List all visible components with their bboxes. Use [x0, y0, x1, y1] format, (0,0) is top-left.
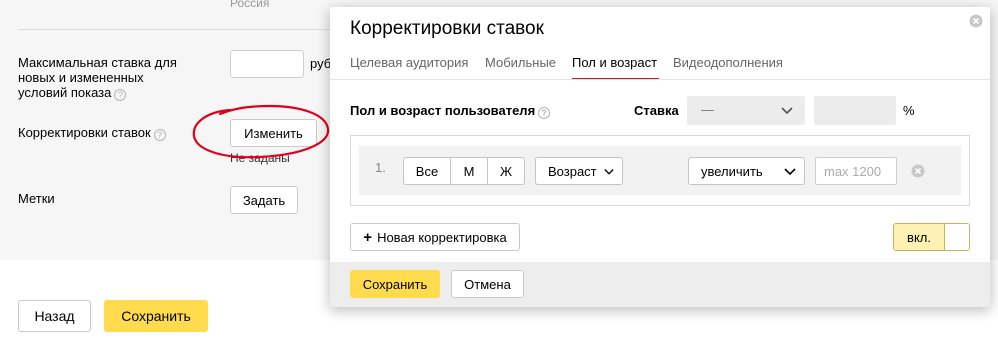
- set-tags-button[interactable]: Задать: [230, 186, 298, 214]
- modal-cancel-button[interactable]: Отмена: [451, 270, 524, 298]
- region-text: Россия: [230, 0, 270, 10]
- chevron-down-icon: [781, 107, 793, 115]
- red-annotation-circle: [192, 104, 330, 159]
- age-dropdown[interactable]: Возраст: [535, 157, 623, 185]
- tabs-divider: [330, 79, 990, 80]
- rate-label: Ставка: [634, 103, 679, 118]
- currency-label: руб: [310, 56, 332, 71]
- tab-mobile[interactable]: Мобильные: [485, 55, 556, 70]
- form-divider: [18, 29, 330, 30]
- help-icon[interactable]: ?: [114, 89, 127, 101]
- bid-adjustments-label: Корректировки ставок?: [18, 125, 166, 141]
- back-button[interactable]: Назад: [18, 300, 91, 332]
- row-number: 1.: [375, 160, 386, 175]
- toggle-knob: [944, 224, 969, 250]
- tab-gender-age[interactable]: Пол и возраст: [572, 55, 657, 70]
- gender-all-button[interactable]: Все: [404, 158, 451, 184]
- adjustments-box: 1. Все М Ж Возраст увеличить max 1200: [350, 135, 970, 206]
- tab-target-audience[interactable]: Целевая аудитория: [350, 55, 468, 70]
- chevron-down-icon: [604, 169, 614, 175]
- enable-toggle[interactable]: вкл.: [893, 223, 970, 251]
- help-icon[interactable]: ?: [538, 107, 551, 119]
- plus-icon: +: [363, 228, 373, 246]
- remove-row-icon[interactable]: [911, 164, 925, 178]
- chevron-down-icon: [784, 168, 796, 176]
- percent-sign: %: [903, 103, 915, 118]
- modal-footer: Сохранить Отмена: [330, 262, 990, 307]
- gender-male-button[interactable]: М: [451, 158, 488, 184]
- tab-video-extensions[interactable]: Видеодополнения: [673, 55, 783, 70]
- help-icon[interactable]: ?: [153, 129, 166, 141]
- adjustment-row: 1. Все М Ж Возраст увеличить max 1200: [359, 146, 961, 195]
- rate-percent-input[interactable]: [814, 96, 896, 125]
- max-bid-input[interactable]: [230, 50, 304, 78]
- max-bid-label: Максимальная ставка для новых и измененн…: [18, 55, 177, 101]
- modal-title: Корректировки ставок: [350, 18, 544, 39]
- modal-save-button[interactable]: Сохранить: [350, 270, 440, 298]
- tags-label: Метки: [18, 191, 55, 206]
- section-label: Пол и возраст пользователя?: [350, 103, 551, 119]
- toggle-label: вкл.: [894, 224, 944, 250]
- rate-select[interactable]: —: [687, 96, 805, 125]
- max-value-input[interactable]: max 1200: [815, 157, 897, 185]
- direction-dropdown[interactable]: увеличить: [688, 157, 805, 185]
- bid-adjustments-modal: Корректировки ставок Целевая аудитория М…: [330, 7, 990, 307]
- new-adjustment-button[interactable]: + Новая корректировка: [350, 223, 520, 251]
- close-icon[interactable]: [969, 14, 983, 28]
- gender-female-button[interactable]: Ж: [488, 158, 524, 184]
- page-save-button[interactable]: Сохранить: [104, 300, 208, 332]
- gender-segmented-control: Все М Ж: [403, 157, 525, 185]
